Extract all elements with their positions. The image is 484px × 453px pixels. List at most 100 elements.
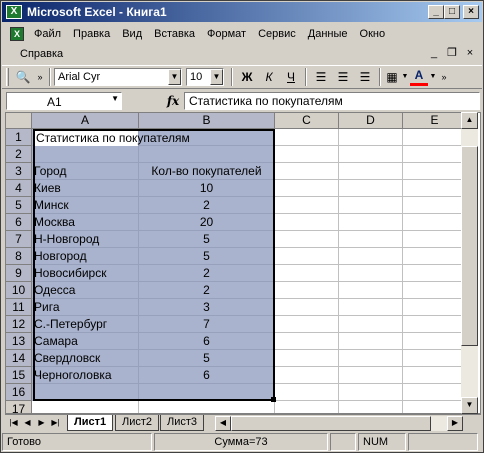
cell-d12[interactable] bbox=[339, 316, 403, 333]
excel-app-icon[interactable]: X bbox=[6, 5, 22, 19]
cell-d13[interactable] bbox=[339, 333, 403, 350]
column-header-a[interactable]: A bbox=[32, 113, 139, 129]
cell-b17[interactable] bbox=[139, 401, 275, 413]
document-icon[interactable]: X bbox=[10, 27, 24, 41]
cell-c15[interactable] bbox=[275, 367, 339, 384]
cell-c4[interactable] bbox=[275, 180, 339, 197]
print-preview-icon[interactable]: 🔍 bbox=[12, 67, 34, 87]
cell-d11[interactable] bbox=[339, 299, 403, 316]
column-header-b[interactable]: B bbox=[139, 113, 275, 129]
scroll-left-icon[interactable]: ◀ bbox=[215, 416, 231, 431]
hscroll-thumb[interactable] bbox=[231, 416, 431, 431]
cell-e3[interactable] bbox=[403, 163, 467, 180]
bold-button[interactable]: Ж bbox=[236, 67, 258, 87]
menu-help[interactable]: Справка bbox=[14, 45, 69, 63]
cell-e1[interactable] bbox=[403, 129, 467, 146]
cell-b8[interactable]: 5 bbox=[139, 248, 275, 265]
cell-b11[interactable]: 3 bbox=[139, 299, 275, 316]
column-header-d[interactable]: D bbox=[339, 113, 403, 129]
row-header[interactable]: 9 bbox=[6, 265, 32, 282]
cell-e7[interactable] bbox=[403, 231, 467, 248]
cell-d8[interactable] bbox=[339, 248, 403, 265]
cell-b9[interactable]: 2 bbox=[139, 265, 275, 282]
cell-d10[interactable] bbox=[339, 282, 403, 299]
cell-c5[interactable] bbox=[275, 197, 339, 214]
cell-d17[interactable] bbox=[339, 401, 403, 413]
cell-e4[interactable] bbox=[403, 180, 467, 197]
cell-d9[interactable] bbox=[339, 265, 403, 282]
align-right-icon[interactable]: ☰ bbox=[354, 67, 376, 87]
cell-c13[interactable] bbox=[275, 333, 339, 350]
cell-c3[interactable] bbox=[275, 163, 339, 180]
cell-d16[interactable] bbox=[339, 384, 403, 401]
cell-e9[interactable] bbox=[403, 265, 467, 282]
italic-button[interactable]: К bbox=[258, 67, 280, 87]
cell-b16[interactable] bbox=[139, 384, 275, 401]
cell-b6[interactable]: 20 bbox=[139, 214, 275, 231]
cell-a10[interactable]: Одесса bbox=[32, 282, 139, 299]
prev-sheet-icon[interactable]: ◀ bbox=[21, 416, 34, 430]
sheet-tab-list2[interactable]: Лист2 bbox=[115, 415, 160, 431]
cell-a4[interactable]: Киев bbox=[32, 180, 139, 197]
cell-d3[interactable] bbox=[339, 163, 403, 180]
cell-c1[interactable] bbox=[275, 129, 339, 146]
row-header[interactable]: 4 bbox=[6, 180, 32, 197]
cell-d15[interactable] bbox=[339, 367, 403, 384]
cell-b5[interactable]: 2 bbox=[139, 197, 275, 214]
first-sheet-icon[interactable]: |◀ bbox=[7, 416, 20, 430]
toolbar-overflow-icon[interactable]: » bbox=[438, 67, 450, 87]
cell-d14[interactable] bbox=[339, 350, 403, 367]
row-header[interactable]: 11 bbox=[6, 299, 32, 316]
cell-a11[interactable]: Рига bbox=[32, 299, 139, 316]
cell-a16[interactable] bbox=[32, 384, 139, 401]
cell-e12[interactable] bbox=[403, 316, 467, 333]
column-header-c[interactable]: C bbox=[275, 113, 339, 129]
cell-a2[interactable] bbox=[32, 146, 139, 163]
cell-e6[interactable] bbox=[403, 214, 467, 231]
cell-d2[interactable] bbox=[339, 146, 403, 163]
select-all-button[interactable] bbox=[6, 113, 32, 129]
cell-b13[interactable]: 6 bbox=[139, 333, 275, 350]
cell-d5[interactable] bbox=[339, 197, 403, 214]
row-header[interactable]: 8 bbox=[6, 248, 32, 265]
menu-tools[interactable]: Сервис bbox=[252, 25, 302, 43]
row-header[interactable]: 15 bbox=[6, 367, 32, 384]
row-header[interactable]: 16 bbox=[6, 384, 32, 401]
cell-c8[interactable] bbox=[275, 248, 339, 265]
cell-b4[interactable]: 10 bbox=[139, 180, 275, 197]
cell-d1[interactable] bbox=[339, 129, 403, 146]
cell-c6[interactable] bbox=[275, 214, 339, 231]
font-name-select[interactable]: Arial Cyr ▼ bbox=[54, 68, 182, 86]
cell-a7[interactable]: Н-Новгород bbox=[32, 231, 139, 248]
insert-function-icon[interactable]: fx bbox=[162, 94, 184, 108]
cell-c16[interactable] bbox=[275, 384, 339, 401]
sheet-tab-list3[interactable]: Лист3 bbox=[160, 415, 205, 431]
cell-c7[interactable] bbox=[275, 231, 339, 248]
cell-a8[interactable]: Новгород bbox=[32, 248, 139, 265]
row-header[interactable]: 2 bbox=[6, 146, 32, 163]
cell-e8[interactable] bbox=[403, 248, 467, 265]
row-header[interactable]: 12 bbox=[6, 316, 32, 333]
cell-a15[interactable]: Черноголовка bbox=[32, 367, 139, 384]
menu-edit[interactable]: Правка bbox=[67, 25, 116, 43]
scroll-right-icon[interactable]: ▶ bbox=[447, 416, 463, 431]
align-left-icon[interactable]: ☰ bbox=[310, 67, 332, 87]
cell-e5[interactable] bbox=[403, 197, 467, 214]
cell-b7[interactable]: 5 bbox=[139, 231, 275, 248]
cell-d4[interactable] bbox=[339, 180, 403, 197]
scroll-down-icon[interactable]: ▼ bbox=[461, 397, 478, 414]
formula-input[interactable]: Статистика по покупателям bbox=[184, 91, 480, 110]
chevron-down-icon[interactable]: ▼ bbox=[428, 67, 438, 87]
cell-c12[interactable] bbox=[275, 316, 339, 333]
cell-b12[interactable]: 7 bbox=[139, 316, 275, 333]
borders-icon[interactable]: ▦ bbox=[384, 67, 400, 87]
cell-d7[interactable] bbox=[339, 231, 403, 248]
doc-restore-button[interactable]: ❐ bbox=[444, 46, 460, 60]
row-header[interactable]: 7 bbox=[6, 231, 32, 248]
cell-a3[interactable]: Город bbox=[32, 163, 139, 180]
scroll-thumb[interactable] bbox=[461, 146, 478, 346]
horizontal-scrollbar[interactable]: ◀ ▶ bbox=[215, 416, 463, 431]
cell-b10[interactable]: 2 bbox=[139, 282, 275, 299]
cell-b15[interactable]: 6 bbox=[139, 367, 275, 384]
cell-a17[interactable] bbox=[32, 401, 139, 413]
